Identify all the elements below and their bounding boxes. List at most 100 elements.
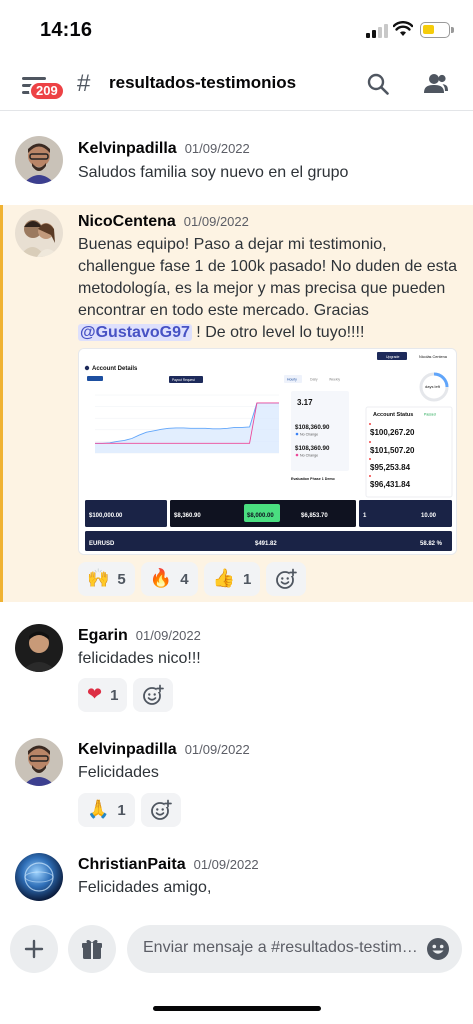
add-reaction-icon — [150, 799, 172, 820]
message-input-placeholder: Enviar mensaje a #resultados-testimonios — [143, 939, 421, 956]
reaction-thumbs-up[interactable]: 👍 1 — [203, 562, 261, 596]
message: Kelvinpadilla 01/09/2022 Saludos familia … — [0, 127, 473, 197]
status-value-3: $95,253.84 — [370, 463, 411, 472]
unread-badge: 209 — [29, 81, 65, 101]
add-reaction-button[interactable] — [133, 678, 174, 712]
message-timestamp: 01/09/2022 — [184, 742, 250, 757]
plus-icon — [24, 939, 44, 959]
instrument: EURUSD — [89, 541, 115, 547]
starting-balance: $100,000.00 — [89, 513, 123, 519]
emoji-icon[interactable] — [426, 937, 450, 961]
reaction-bar: 🙏 1 — [78, 793, 181, 827]
message-author[interactable]: Egarin 01/09/2022 — [78, 627, 201, 645]
message-timestamp: 01/09/2022 — [135, 628, 201, 643]
message-author[interactable]: Kelvinpadilla 01/09/2022 — [78, 741, 250, 759]
status-value-4: $96,431.84 — [370, 480, 411, 489]
reaction-pray[interactable]: 🙏 1 — [78, 793, 135, 827]
user-mention[interactable]: @GustavoG97 — [78, 324, 192, 341]
dashboard-title: Account Details — [92, 366, 138, 372]
dashboard-user: Nicolás Centena — [419, 355, 448, 359]
status-badge: Passed — [424, 413, 436, 417]
add-reaction-button[interactable] — [266, 562, 307, 596]
add-reaction-icon — [276, 568, 298, 589]
add-attachment-button[interactable] — [10, 925, 58, 973]
tab-hourly: Hourly — [287, 378, 297, 382]
avatar[interactable] — [15, 853, 63, 901]
thumbs-up-emoji-icon: 👍 — [212, 568, 235, 589]
avatar[interactable] — [15, 738, 63, 786]
message-timestamp: 01/09/2022 — [193, 857, 259, 872]
reaction-bar: 🙌 5 🔥 4 👍 1 — [78, 562, 307, 596]
max-profit: $6,853.70 — [301, 513, 328, 519]
folded-hands-emoji-icon: 🙏 — [87, 799, 110, 820]
fire-emoji-icon: 🔥 — [149, 568, 173, 589]
members-icon[interactable] — [423, 72, 449, 96]
reaction-count: 1 — [110, 686, 119, 704]
raised-hands-emoji-icon: 🙌 — [87, 568, 110, 589]
status-bar: 14:16 — [0, 0, 473, 58]
balance-change: No Change — [300, 454, 318, 458]
equity-value: $108,360.90 — [295, 424, 330, 431]
gift-button[interactable] — [68, 925, 116, 973]
equity-change: No Change — [300, 433, 318, 437]
tab-daily: Daily — [310, 378, 318, 382]
avatar[interactable] — [15, 209, 63, 257]
reaction-raised-hands[interactable]: 🙌 5 — [78, 562, 135, 596]
menu-icon — [22, 77, 46, 80]
battery-icon — [420, 22, 454, 38]
reaction-count: 1 — [242, 570, 252, 588]
search-icon[interactable] — [366, 72, 390, 96]
balance-value: $108,360.90 — [295, 445, 330, 452]
message-author[interactable]: NicoCentena 01/09/2022 — [78, 213, 249, 231]
current-equity: $8,360.90 — [174, 513, 201, 519]
reaction-count: 1 — [117, 801, 126, 819]
message-text: felicidades nico!!! — [78, 650, 201, 667]
message-author[interactable]: ChristianPaita 01/09/2022 — [78, 856, 259, 874]
avatar[interactable] — [15, 624, 63, 672]
message-text: Saludos familia soy nuevo en el grupo — [78, 164, 349, 181]
wifi-icon — [393, 21, 413, 36]
message-highlighted: NicoCentena 01/09/2022 Buenas equipo! Pas… — [0, 205, 473, 602]
phase-label: Evaluation Phase 1 Demo — [291, 477, 336, 481]
avg-profit: $491.82 — [255, 541, 277, 547]
cellular-signal-icon — [366, 24, 388, 38]
channel-header: 209 # resultados-testimonios — [0, 58, 473, 111]
message-text: Buenas equipo! Paso a dejar mi testimoni… — [78, 236, 457, 341]
days-left: days left — [425, 384, 441, 389]
hashtag-icon: # — [77, 70, 91, 97]
win-rate: 58.82 % — [420, 541, 443, 547]
reaction-count: 5 — [117, 570, 126, 588]
message-author[interactable]: Kelvinpadilla 01/09/2022 — [78, 140, 250, 158]
account-status-title: Account Status — [373, 412, 413, 418]
heart-emoji-icon: ❤ — [87, 684, 103, 705]
account-dashboard-screenshot: Account Details Upgrade Nicolás Centena … — [79, 349, 456, 554]
gift-icon — [82, 939, 102, 959]
add-reaction-icon — [143, 684, 165, 705]
tab-weekly: Weekly — [329, 378, 340, 382]
message: Egarin 01/09/2022 felicidades nico!!! ❤ 1 — [0, 617, 473, 727]
image-attachment[interactable]: Account Details Upgrade Nicolás Centena … — [78, 348, 457, 555]
upgrade-button: Upgrade — [386, 355, 399, 359]
message-input[interactable]: Enviar mensaje a #resultados-testimonios — [127, 925, 462, 973]
profit-target: $8,000.00 — [247, 513, 274, 519]
message-text: Felicidades — [78, 764, 159, 781]
lots-value: 10.00 — [421, 513, 437, 519]
status-value-2: $101,507.20 — [370, 446, 415, 455]
reaction-bar: ❤ 1 — [78, 678, 174, 712]
message-text: Felicidades amigo, — [78, 879, 212, 896]
reaction-fire[interactable]: 🔥 4 — [140, 562, 198, 596]
add-reaction-button[interactable] — [140, 793, 181, 827]
message-timestamp: 01/09/2022 — [184, 141, 250, 156]
message-list[interactable]: Kelvinpadilla 01/09/2022 Saludos familia … — [0, 112, 473, 918]
status-value-1: $100,267.20 — [370, 428, 415, 437]
reaction-count: 4 — [180, 570, 189, 588]
home-indicator — [153, 1006, 321, 1011]
channel-name: resultados-testimonios — [109, 73, 297, 92]
message: Kelvinpadilla 01/09/2022 Felicidades 🙏 1 — [0, 734, 473, 844]
payout-button: Payout Request — [172, 378, 195, 382]
status-time: 14:16 — [40, 19, 93, 41]
win-ratio: 3.17 — [297, 398, 313, 407]
reaction-heart[interactable]: ❤ 1 — [78, 678, 128, 712]
message-timestamp: 01/09/2022 — [183, 214, 249, 229]
avatar[interactable] — [15, 136, 63, 184]
